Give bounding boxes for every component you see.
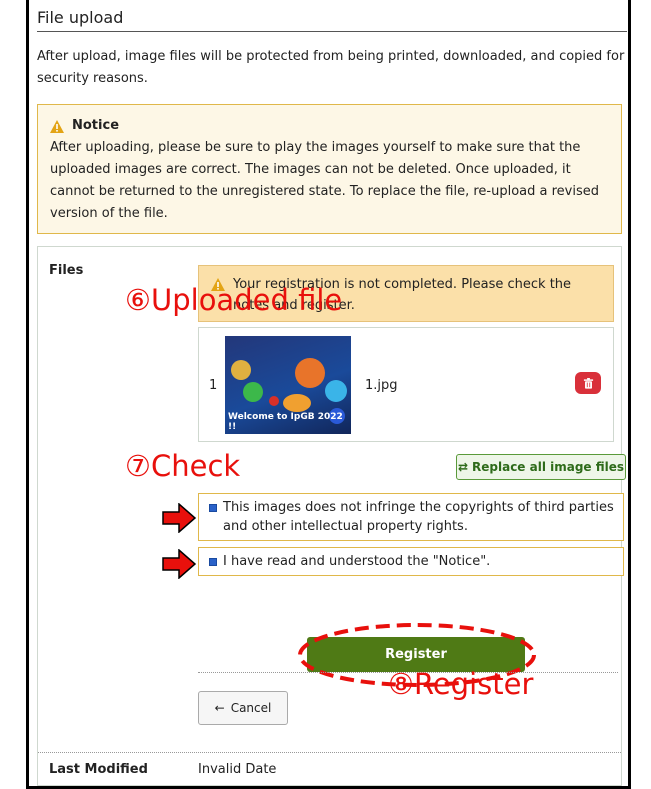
divider [38, 752, 621, 753]
thumbnail-caption: Welcome to IpGB 2022 !! [228, 412, 343, 432]
notice-check[interactable]: I have read and understood the "Notice". [198, 547, 624, 576]
file-name: 1.jpg [365, 378, 398, 393]
uploaded-file-list: 1 Welcome to IpGB 2022 !! 1.jpg [198, 327, 614, 442]
arrow-left-icon: ← [214, 701, 225, 715]
last-modified-value: Invalid Date [198, 762, 277, 777]
page-title: File upload [37, 8, 627, 32]
planet-shape [231, 360, 251, 380]
file-upload-frame: File upload After upload, image files wi… [26, 0, 631, 789]
annotation-check: ⑦Check [125, 449, 241, 483]
file-thumbnail[interactable]: Welcome to IpGB 2022 !! [225, 336, 351, 434]
red-arrow-icon [162, 549, 196, 579]
notice-box: Notice After uploading, please be sure t… [37, 104, 622, 234]
notice-heading-text: Notice [72, 118, 120, 133]
cancel-button-label: Cancel [230, 701, 272, 715]
planet-shape [295, 358, 325, 388]
annotation-uploaded: ⑥Uploaded file [125, 283, 343, 317]
files-panel: Files Your registration is not completed… [37, 246, 626, 786]
annotation-register: ⑧Register [388, 667, 534, 701]
notice-body: After uploading, please be sure to play … [50, 140, 599, 221]
files-label: Files [49, 263, 84, 278]
trash-icon [583, 377, 593, 389]
file-index: 1 [209, 378, 218, 393]
delete-file-button[interactable] [575, 372, 601, 394]
copyright-check[interactable]: This images does not infringe the copyri… [198, 493, 624, 541]
notice-check-label: I have read and understood the "Notice". [223, 554, 491, 569]
red-arrow-icon [162, 503, 196, 533]
checkbox-checked-icon[interactable] [209, 504, 217, 512]
planet-shape [243, 382, 263, 402]
cancel-button[interactable]: ← Cancel [198, 691, 288, 725]
swap-arrows-icon: ⇄ [457, 460, 469, 474]
planet-shape [283, 394, 311, 412]
planet-shape [269, 396, 279, 406]
replace-all-button[interactable]: ⇄ Replace all image files [456, 454, 626, 480]
last-modified-label: Last Modified [49, 762, 148, 777]
planet-shape [325, 380, 347, 402]
replace-button-label: Replace all image files [472, 460, 625, 474]
checkbox-checked-icon[interactable] [209, 558, 217, 566]
notice-heading: Notice [50, 115, 609, 137]
page-description: After upload, image files will be protec… [37, 49, 625, 86]
warning-icon [50, 119, 64, 133]
copyright-check-label: This images does not infringe the copyri… [223, 500, 614, 534]
